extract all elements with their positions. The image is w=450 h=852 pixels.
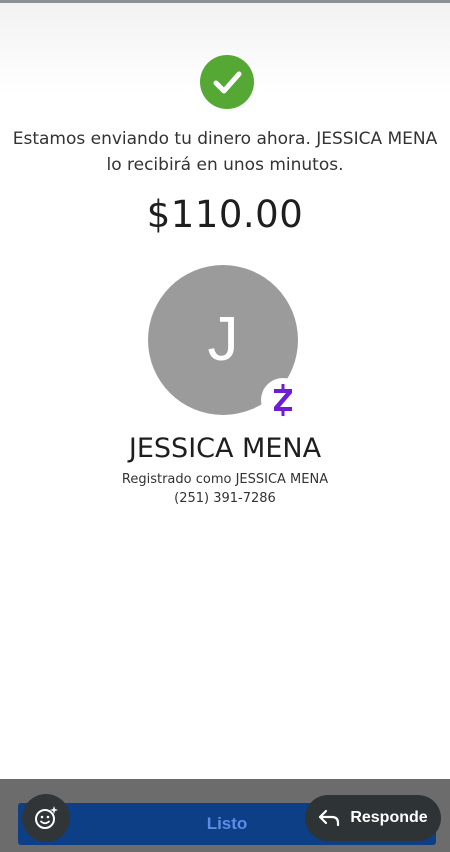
confirmation-message-line-2: lo recibirá en unos minutos. [106, 155, 344, 175]
recipient-phone: (251) 391-7286 [174, 491, 276, 506]
avatar-initial: J [207, 304, 239, 374]
reply-label: Responde [350, 809, 428, 826]
recipient-registered-as: Registrado como JESSICA MENA [121, 472, 329, 487]
transfer-amount: $110.00 [146, 193, 304, 236]
recipient-name: JESSICA MENA [128, 433, 322, 464]
reply-button[interactable]: Responde [305, 795, 441, 841]
success-checkmark-icon [200, 55, 254, 109]
reply-arrow-icon [318, 809, 340, 827]
zelle-logo-icon [261, 378, 305, 422]
confirmation-message-line-1: Estamos enviando tu dinero ahora. JESSIC… [12, 129, 438, 149]
confirmation-message: Estamos enviando tu dinero ahora. JESSIC… [0, 126, 450, 178]
emoji-button[interactable] [22, 794, 70, 842]
emoji-sparkle-icon [35, 806, 58, 829]
